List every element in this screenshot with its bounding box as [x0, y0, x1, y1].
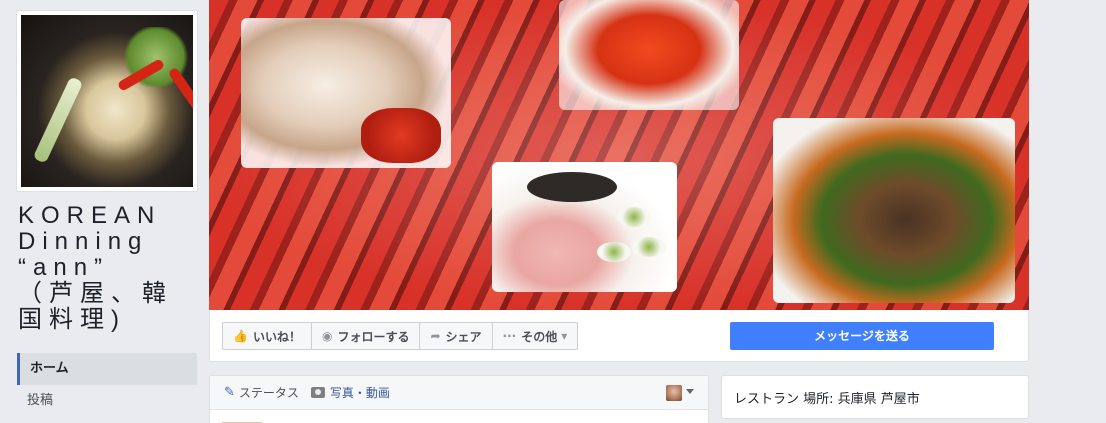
share-label: シェア [445, 329, 482, 344]
page-title[interactable]: KOREAN Dinning “ann” （芦屋、韓国料理) [18, 203, 178, 333]
chevron-down-icon[interactable] [686, 389, 694, 394]
like-button[interactable]: 👍 いいね！ [223, 323, 312, 349]
photo-side-dish [597, 242, 631, 262]
share-button[interactable]: ➦ シェア [420, 323, 493, 349]
photo-side-dish [617, 207, 651, 227]
send-message-button[interactable]: メッセージを送る [730, 322, 994, 350]
thumbs-up-icon: 👍 [233, 329, 248, 343]
status-label: ステータス [238, 386, 299, 400]
ellipsis-icon: ··· [502, 329, 517, 343]
cover-photo-japchae [773, 118, 1015, 303]
post-composer: ✎ ステータス 写真・動画 [209, 375, 709, 423]
composer-tabs: ✎ ステータス 写真・動画 [210, 376, 708, 410]
tab-photo-video[interactable]: 写真・動画 [310, 384, 390, 401]
caret-down-icon: ▾ [561, 329, 568, 343]
cover-photo-pork-kimchi [241, 18, 451, 168]
pencil-icon: ✎ [224, 385, 235, 400]
follow-label: フォローする [337, 329, 410, 344]
page-nav: ホーム 投稿 [17, 353, 197, 417]
cover-photo-tteokbokki [559, 0, 739, 110]
more-button[interactable]: ··· その他 ▾ [493, 323, 578, 349]
page-action-bar: 👍 いいね！ ◉ フォローする ➦ シェア ··· その他 ▾ メッセージを送る [209, 310, 1029, 362]
rss-icon: ◉ [321, 329, 333, 343]
share-arrow-icon: ➦ [430, 329, 441, 343]
photo-side-dish [632, 237, 666, 257]
photo-grill-pan [527, 172, 617, 202]
action-button-group: 👍 いいね！ ◉ フォローする ➦ シェア ··· その他 ▾ [222, 322, 579, 350]
follow-button[interactable]: ◉ フォローする [312, 323, 421, 349]
nav-item-home[interactable]: ホーム [17, 353, 197, 385]
profile-photo-samgyetang [21, 15, 193, 187]
category-location-text: レストラン 場所: 兵庫県 芦屋市 [734, 392, 920, 407]
photo-stem [32, 76, 84, 164]
photo-video-label: 写真・動画 [329, 386, 390, 400]
camera-icon [310, 387, 325, 398]
profile-picture[interactable] [16, 10, 198, 192]
nav-item-posts[interactable]: 投稿 [17, 385, 197, 417]
like-label: いいね！ [252, 329, 301, 344]
photo-kimchi [361, 108, 441, 163]
page-info-card: レストラン 場所: 兵庫県 芦屋市 [721, 375, 1029, 419]
tab-status[interactable]: ✎ ステータス [224, 384, 299, 401]
more-label: その他 [521, 329, 558, 344]
avatar[interactable] [666, 385, 682, 401]
cover-photo-grill-set [492, 162, 677, 292]
cover-photo[interactable] [209, 0, 1029, 310]
